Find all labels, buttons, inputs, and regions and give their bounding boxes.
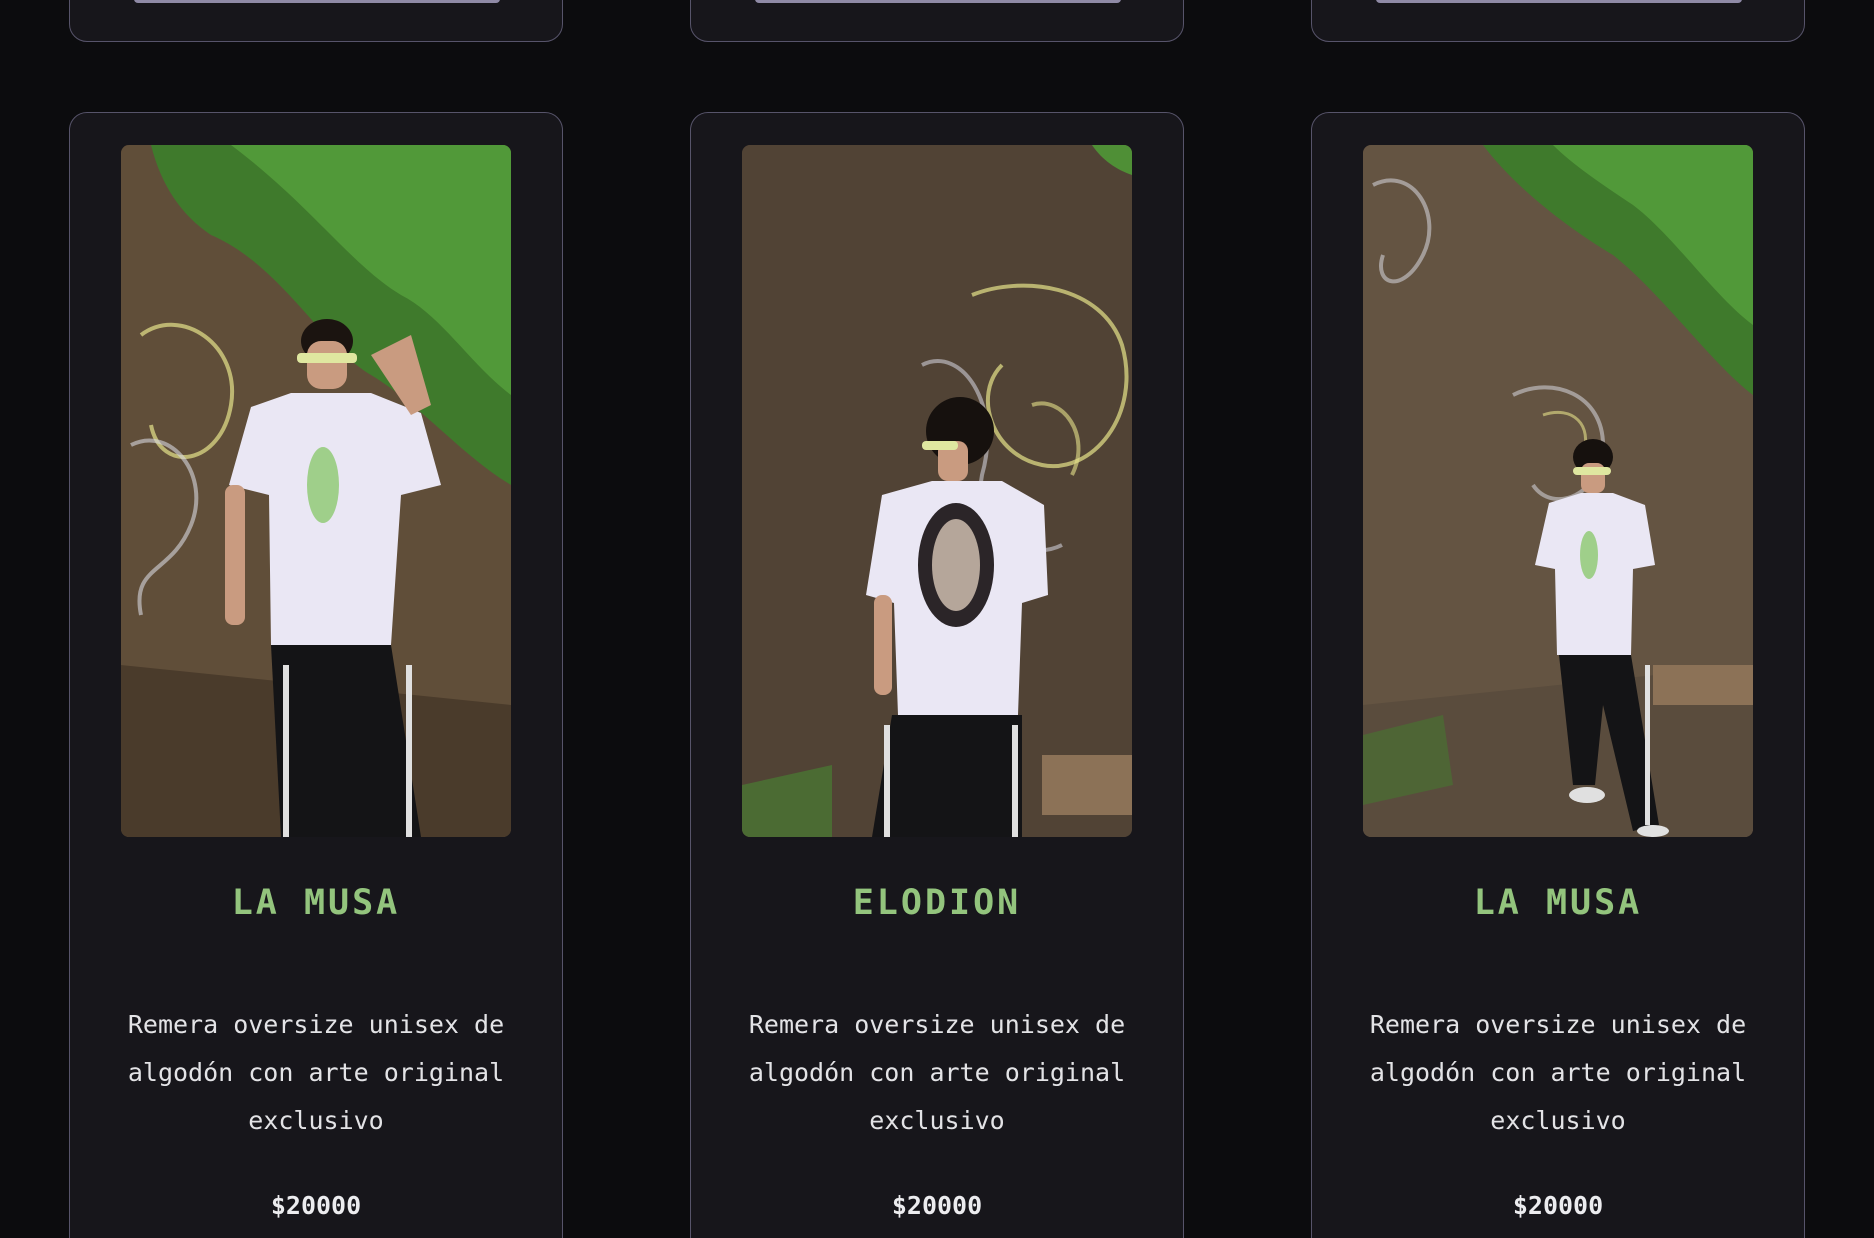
product-card-previous-1 xyxy=(69,0,563,42)
product-name: LA MUSA xyxy=(1473,883,1643,923)
add-to-cart-button[interactable] xyxy=(1376,0,1742,3)
product-image[interactable] xyxy=(742,145,1132,837)
product-price: $20000 xyxy=(270,1191,362,1220)
product-photo-front-icon xyxy=(121,145,511,837)
product-description: Remera oversize unisex de algodón con ar… xyxy=(1369,1010,1747,1135)
product-description: Remera oversize unisex de algodón con ar… xyxy=(127,1010,505,1135)
product-card-previous-3 xyxy=(1311,0,1805,42)
product-card-previous-2 xyxy=(690,0,1184,42)
product-name: LA MUSA xyxy=(231,883,401,923)
product-description: Remera oversize unisex de algodón con ar… xyxy=(748,1010,1126,1135)
product-photo-full-icon xyxy=(1363,145,1753,837)
product-card[interactable]: LA MUSA Remera oversize unisex de algodó… xyxy=(69,112,563,1238)
add-to-cart-button[interactable] xyxy=(134,0,500,3)
product-card[interactable]: ELODION Remera oversize unisex de algodó… xyxy=(690,112,1184,1238)
product-price: $20000 xyxy=(1512,1191,1604,1220)
product-card[interactable]: LA MUSA Remera oversize unisex de algodó… xyxy=(1311,112,1805,1238)
product-photo-back-icon xyxy=(742,145,1132,837)
add-to-cart-button[interactable] xyxy=(755,0,1121,3)
product-image[interactable] xyxy=(1363,145,1753,837)
product-image[interactable] xyxy=(121,145,511,837)
product-name: ELODION xyxy=(852,883,1022,923)
product-price: $20000 xyxy=(891,1191,983,1220)
